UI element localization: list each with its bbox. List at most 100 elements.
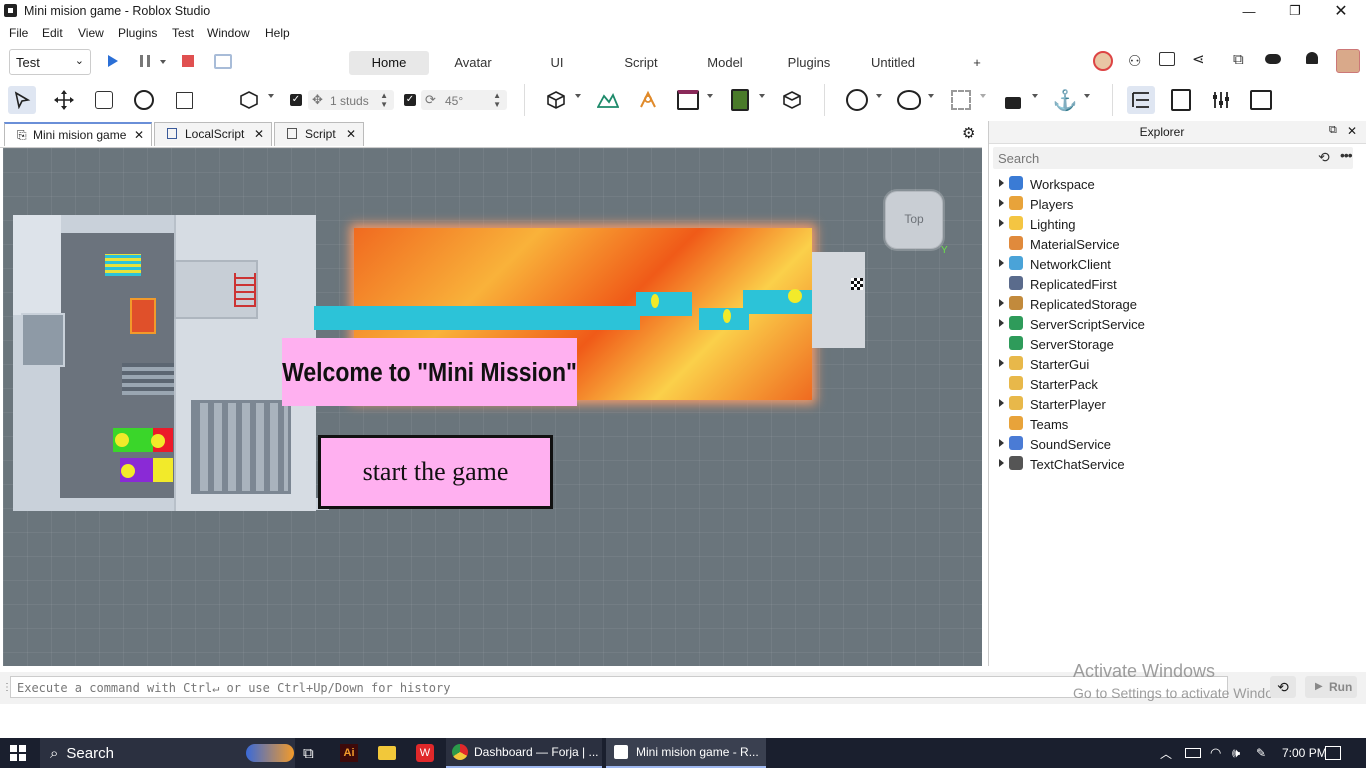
rotate-snap-checkbox[interactable]: ✓ bbox=[404, 94, 416, 106]
select-tool-icon[interactable] bbox=[8, 86, 36, 114]
file-explorer-icon[interactable] bbox=[378, 738, 396, 768]
expand-arrow-icon[interactable] bbox=[999, 219, 1004, 227]
more-options-icon[interactable]: ••• bbox=[1340, 147, 1353, 163]
expand-arrow-icon[interactable] bbox=[999, 179, 1004, 187]
show-hidden-icons[interactable]: ︿ bbox=[1160, 738, 1172, 768]
menu-file[interactable]: File bbox=[9, 26, 28, 40]
mode-select[interactable]: Test ⌄ bbox=[9, 49, 91, 75]
chevron-down-icon[interactable] bbox=[876, 94, 882, 98]
chevron-down-icon[interactable] bbox=[1032, 94, 1038, 98]
expand-arrow-icon[interactable] bbox=[999, 459, 1004, 467]
menu-edit[interactable]: Edit bbox=[42, 26, 63, 40]
group-icon[interactable] bbox=[947, 86, 975, 114]
import-3d-icon[interactable] bbox=[778, 86, 806, 114]
chevron-down-icon[interactable] bbox=[1084, 94, 1090, 98]
3d-viewport[interactable]: Top Y Welcome to "Mini Mission" start th… bbox=[3, 148, 982, 666]
tab-plugins[interactable]: Plugins bbox=[778, 51, 840, 75]
color-palette-icon[interactable] bbox=[895, 86, 923, 114]
settings-icon[interactable] bbox=[1207, 86, 1235, 114]
wifi-icon[interactable]: ◠ bbox=[1210, 738, 1221, 768]
profile-avatar[interactable] bbox=[1336, 49, 1360, 73]
tab-ui[interactable]: UI bbox=[537, 51, 577, 75]
explorer-item-startergui[interactable]: StarterGui bbox=[999, 354, 1349, 374]
close-icon[interactable]: ✕ bbox=[1347, 124, 1357, 138]
expand-arrow-icon[interactable] bbox=[999, 299, 1004, 307]
close-icon[interactable]: ✕ bbox=[254, 123, 264, 145]
task-view-icon[interactable]: ⧉ bbox=[303, 738, 314, 768]
expand-arrow-icon[interactable] bbox=[999, 199, 1004, 207]
properties-icon[interactable] bbox=[1167, 86, 1195, 114]
expand-arrow-icon[interactable] bbox=[999, 439, 1004, 447]
anchor-icon[interactable]: ⚓ bbox=[1051, 86, 1079, 114]
rotate-snap-field[interactable]: ⟳ 45° ▲ ▼ bbox=[421, 90, 507, 110]
explorer-item-textchatservice[interactable]: TextChatService bbox=[999, 454, 1349, 474]
viewport-settings-icon[interactable]: ⚙ bbox=[962, 124, 975, 142]
doc-tab-localscript[interactable]: LocalScript ✕ bbox=[154, 122, 272, 146]
doc-tab-script[interactable]: Script ✕ bbox=[274, 122, 364, 146]
start-game-button[interactable]: start the game bbox=[318, 435, 553, 509]
cloud-icon[interactable] bbox=[1265, 54, 1281, 64]
close-icon[interactable]: ✕ bbox=[134, 124, 144, 146]
notification-bell-icon[interactable] bbox=[1306, 52, 1318, 64]
script-icon[interactable] bbox=[726, 86, 754, 114]
collisions-icon[interactable] bbox=[235, 86, 263, 114]
maximize-button[interactable]: ❐ bbox=[1272, 0, 1318, 22]
explorer-item-networkclient[interactable]: NetworkClient bbox=[999, 254, 1349, 274]
chevron-down-icon[interactable] bbox=[575, 94, 581, 98]
rotate-tool-icon[interactable] bbox=[130, 86, 158, 114]
share-icon[interactable]: ⋖ bbox=[1192, 50, 1205, 68]
taskbar-app-roblox-studio[interactable]: Mini mision game - R... bbox=[606, 738, 766, 768]
toolbox-icon[interactable] bbox=[634, 86, 662, 114]
pause-button[interactable] bbox=[140, 55, 150, 67]
scale-tool-icon[interactable] bbox=[90, 86, 118, 114]
explorer-item-lighting[interactable]: Lighting bbox=[999, 214, 1349, 234]
expand-arrow-icon[interactable] bbox=[999, 399, 1004, 407]
battery-icon[interactable] bbox=[1185, 738, 1201, 768]
ui-editor-icon[interactable] bbox=[674, 86, 702, 114]
history-icon[interactable]: ⟲ bbox=[1318, 149, 1330, 166]
explorer-toggle-icon[interactable] bbox=[1127, 86, 1155, 114]
team-create-icon[interactable]: ⧉ bbox=[1233, 51, 1244, 68]
menu-window[interactable]: Window bbox=[207, 26, 250, 40]
volume-icon[interactable]: 🕪 bbox=[1232, 738, 1240, 768]
tab-model[interactable]: Model bbox=[695, 51, 755, 75]
move-snap-field[interactable]: ✥ 1 studs ▲ ▼ bbox=[308, 90, 394, 110]
explorer-item-soundservice[interactable]: SoundService bbox=[999, 434, 1349, 454]
explorer-search-bar[interactable]: Search ⟲ ••• bbox=[993, 147, 1353, 169]
taskbar-app-chrome[interactable]: Dashboard — Forja | ... bbox=[446, 738, 602, 768]
menu-test[interactable]: Test bbox=[172, 26, 194, 40]
add-tab-button[interactable]: + bbox=[967, 51, 987, 75]
view-cube[interactable]: Top bbox=[885, 191, 943, 249]
tab-script[interactable]: Script bbox=[611, 51, 671, 75]
undock-icon[interactable]: ⧉ bbox=[1329, 124, 1337, 137]
explorer-item-teams[interactable]: Teams bbox=[1009, 414, 1349, 434]
taskbar-search[interactable]: ⌕ Search bbox=[40, 738, 295, 768]
language-icon[interactable]: ✎ bbox=[1256, 738, 1266, 768]
chevron-down-icon[interactable] bbox=[928, 94, 934, 98]
explorer-item-starterplayer[interactable]: StarterPlayer bbox=[999, 394, 1349, 414]
menu-view[interactable]: View bbox=[78, 26, 104, 40]
lock-icon[interactable] bbox=[999, 86, 1027, 114]
expand-arrow-icon[interactable] bbox=[999, 259, 1004, 267]
chevron-down-icon[interactable] bbox=[759, 94, 765, 98]
move-tool-icon[interactable] bbox=[50, 86, 78, 114]
illustrator-icon[interactable]: Ai bbox=[340, 738, 358, 768]
explorer-item-serverstorage[interactable]: ServerStorage bbox=[1009, 334, 1349, 354]
expand-arrow-icon[interactable] bbox=[999, 359, 1004, 367]
explorer-item-replicatedstorage[interactable]: ReplicatedStorage bbox=[999, 294, 1349, 314]
windows-start-icon[interactable] bbox=[10, 738, 30, 768]
minimize-button[interactable]: — bbox=[1226, 0, 1272, 22]
taskbar-clock[interactable]: 7:00 PM bbox=[1282, 738, 1327, 768]
explorer-item-serverscriptservice[interactable]: ServerScriptService bbox=[999, 314, 1349, 334]
menu-plugins[interactable]: Plugins bbox=[118, 26, 157, 40]
chat-icon[interactable] bbox=[1159, 52, 1175, 66]
command-history-icon[interactable]: ⟲ bbox=[1270, 676, 1296, 698]
chevron-down-icon[interactable] bbox=[707, 94, 713, 98]
chevron-down-icon[interactable] bbox=[980, 94, 986, 98]
stop-button[interactable] bbox=[182, 55, 194, 67]
expand-arrow-icon[interactable] bbox=[999, 319, 1004, 327]
screen-icon[interactable] bbox=[214, 54, 232, 69]
explorer-item-workspace[interactable]: Workspace bbox=[999, 174, 1349, 194]
tab-avatar[interactable]: Avatar bbox=[440, 51, 506, 75]
avatar[interactable] bbox=[1093, 51, 1113, 71]
